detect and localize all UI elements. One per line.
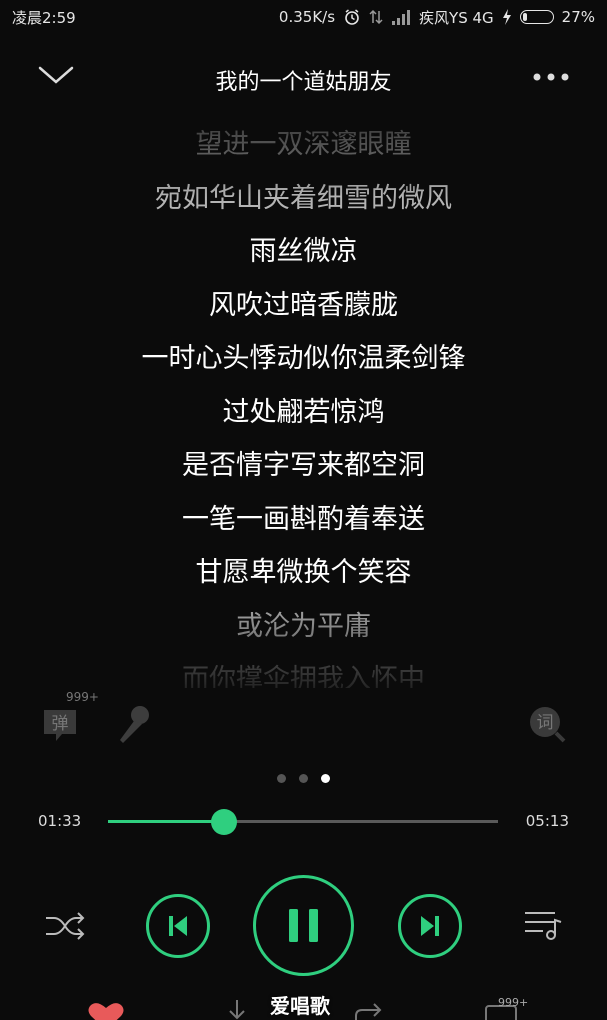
seek-track[interactable]	[108, 809, 498, 835]
alarm-icon	[345, 9, 359, 25]
share-icon[interactable]	[352, 1002, 388, 1020]
lyric-line: 是否情字写来都空洞	[182, 450, 425, 481]
player-header: 我的一个道姑朋友	[0, 50, 607, 106]
charging-icon	[502, 9, 511, 25]
page-dot	[321, 774, 330, 783]
pause-button[interactable]	[253, 875, 354, 976]
lyric-line: 甘愿卑微换个笑容	[195, 557, 412, 588]
data-transfer-icon	[369, 9, 383, 25]
battery-icon	[519, 10, 554, 24]
download-icon[interactable]	[222, 998, 252, 1020]
seek-thumb[interactable]	[210, 809, 237, 835]
signal-icon	[392, 10, 411, 25]
page-dot	[299, 774, 308, 783]
playlist-icon[interactable]	[523, 908, 565, 942]
lyric-line: 宛如华山夹着细雪的微风	[155, 182, 452, 214]
lyric-line: 风吹过暗香朦胧	[209, 289, 398, 321]
playback-controls	[0, 872, 607, 982]
net-speed: 0.35K/s	[278, 8, 336, 26]
previous-button[interactable]	[146, 894, 210, 958]
progress-bar: 01:33 05:13	[0, 806, 607, 836]
lyric-line: 一时心头悸动似你温柔剑锋	[141, 343, 466, 374]
total-time: 05:13	[525, 812, 569, 830]
lyrics-search-label: 词	[537, 713, 554, 733]
next-button[interactable]	[398, 894, 462, 958]
pause-icon	[289, 909, 318, 942]
page-indicator	[0, 774, 607, 783]
skip-next-icon	[421, 916, 439, 936]
more-options-icon[interactable]	[531, 60, 571, 90]
lyrics-actions: 弹 999+ 词	[0, 690, 607, 750]
status-indicators: 0.35K/s 疾风YS 4G 27%	[279, 7, 595, 28]
danmu-button[interactable]: 弹	[40, 704, 80, 744]
song-title: 我的一个道姑朋友	[215, 70, 392, 95]
lyric-line: 雨丝微凉	[249, 236, 358, 267]
bottom-toolbar: 爱唱歌 999+	[0, 988, 607, 1020]
lyric-line: 过处翩若惊鸿	[222, 396, 385, 428]
lyric-line: 一笔一画斟酌着奉送	[182, 503, 425, 535]
skip-previous-icon	[169, 916, 187, 936]
page-dot	[277, 774, 286, 783]
danmu-count-badge: 999+	[66, 690, 99, 704]
watermark-text: 爱唱歌	[270, 994, 330, 1018]
status-bar: 凌晨2:59 0.35K/s 疾风YS 4G 27%	[0, 0, 607, 34]
lyric-line: 或沦为平庸	[236, 610, 371, 642]
status-time: 凌晨2:59	[12, 8, 76, 27]
lyrics-panel[interactable]: 望进一双深邃眼瞳 宛如华山夹着细雪的微风 雨丝微凉 风吹过暗香朦胧 一时心头悸动…	[0, 118, 607, 688]
microphone-icon[interactable]	[112, 702, 152, 746]
lyric-line: 而你撑伞拥我入怀中	[182, 664, 425, 688]
battery-level	[522, 13, 528, 21]
lyrics-search-button[interactable]: 词	[527, 704, 567, 744]
current-time: 01:33	[38, 812, 82, 830]
heart-icon[interactable]	[86, 1000, 126, 1020]
seek-progress	[108, 820, 224, 823]
comment-count-badge: 999+	[498, 996, 529, 1009]
battery-percent: 27%	[561, 8, 595, 26]
danmu-label: 弹	[52, 714, 69, 734]
carrier-name: 疾风YS 4G	[419, 8, 494, 27]
shuffle-icon[interactable]	[44, 910, 86, 942]
lyric-line: 望进一双深邃眼瞳	[195, 129, 412, 160]
